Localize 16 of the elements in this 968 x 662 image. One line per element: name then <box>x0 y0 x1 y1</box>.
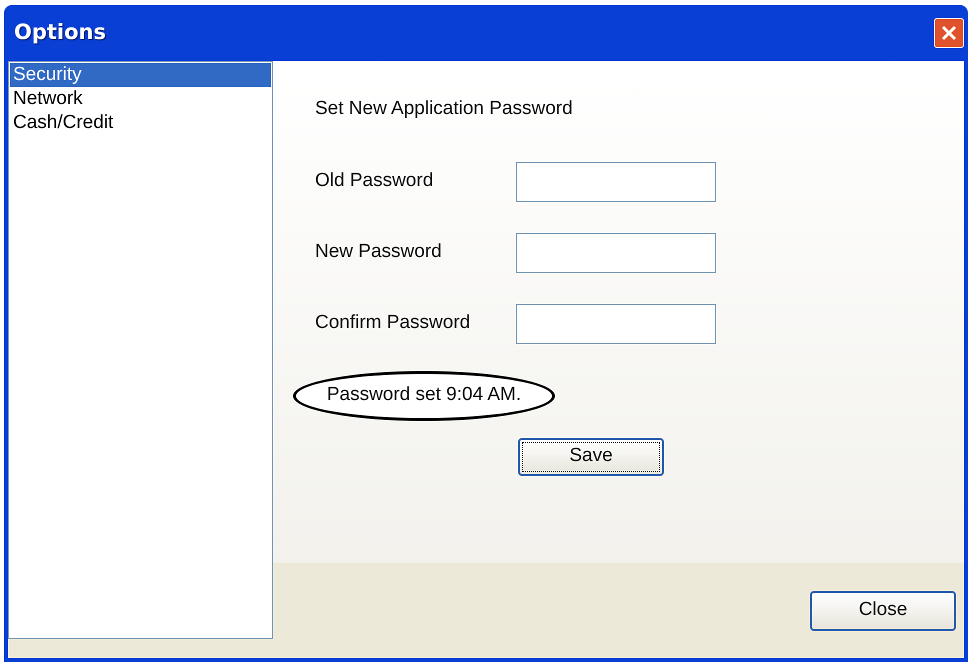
save-button[interactable]: Save <box>518 438 664 476</box>
window-title: Options <box>14 19 106 46</box>
status-message: Password set 9:04 AM. <box>326 383 522 408</box>
password-field[interactable] <box>516 162 716 202</box>
close-dialog-button[interactable]: Close <box>810 590 956 630</box>
field-label: Old Password <box>315 169 434 194</box>
password-field[interactable] <box>516 232 716 272</box>
list-item[interactable]: Security <box>10 63 271 87</box>
close-button[interactable] <box>934 18 964 48</box>
section-heading: Set New Application Password <box>315 97 574 121</box>
field-label: Confirm Password <box>315 311 472 336</box>
list-item[interactable]: Cash/Credit <box>10 111 271 135</box>
list-item[interactable]: Network <box>10 87 271 111</box>
close-icon <box>940 24 958 42</box>
field-label: New Password <box>315 240 443 264</box>
password-field[interactable] <box>516 304 716 344</box>
